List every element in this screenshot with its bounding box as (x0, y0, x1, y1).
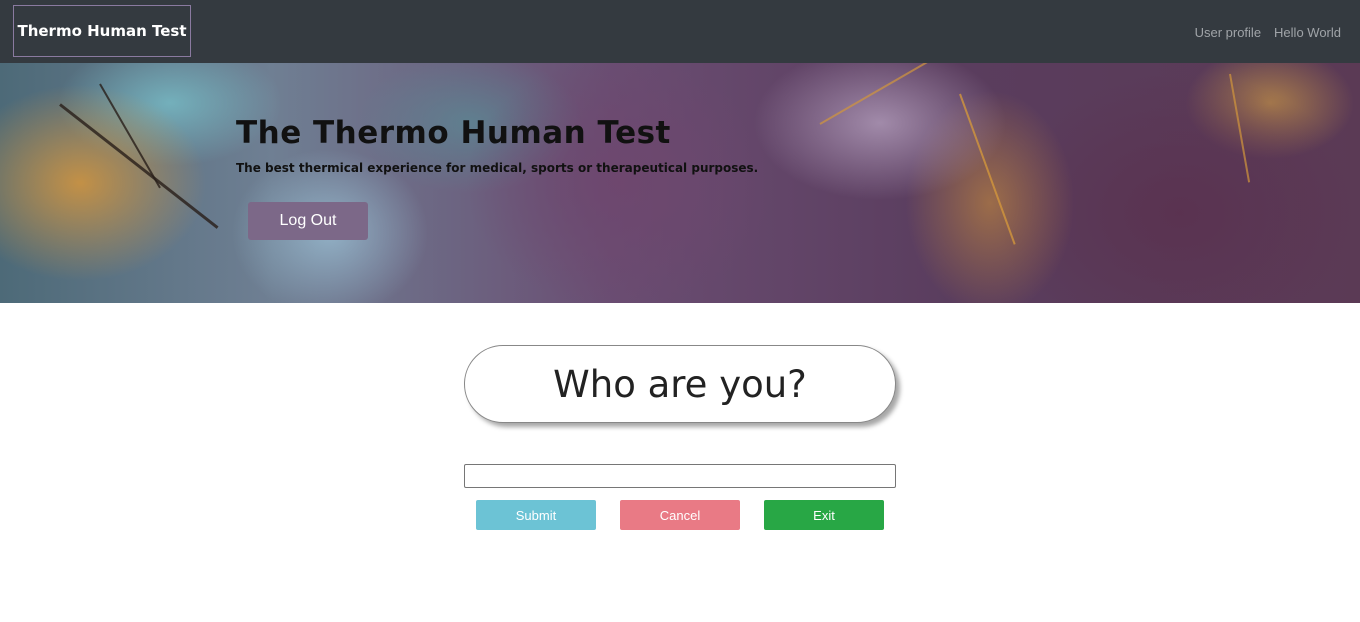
answer-input[interactable] (464, 464, 896, 488)
question-heading: Who are you? (464, 345, 896, 423)
hero-texture (99, 83, 161, 189)
hero-texture (1229, 73, 1251, 183)
cancel-button[interactable]: Cancel (620, 500, 740, 530)
nav-links: User profile Hello World (1195, 22, 1341, 42)
hero-banner: The Thermo Human Test The best thermical… (0, 63, 1360, 303)
submit-button[interactable]: Submit (476, 500, 596, 530)
logout-button[interactable]: Log Out (248, 202, 368, 240)
hero-texture (819, 63, 942, 125)
navbar: Thermo Human Test User profile Hello Wor… (0, 0, 1360, 63)
hero-title: The Thermo Human Test (236, 115, 671, 151)
hero-texture (59, 103, 219, 229)
nav-link-user-profile[interactable]: User profile (1195, 25, 1261, 40)
exit-button[interactable]: Exit (764, 500, 884, 530)
hero-texture (959, 93, 1016, 245)
nav-link-hello-world[interactable]: Hello World (1274, 25, 1341, 40)
brand-link[interactable]: Thermo Human Test (13, 5, 191, 57)
hero-subtitle: The best thermical experience for medica… (236, 161, 759, 175)
